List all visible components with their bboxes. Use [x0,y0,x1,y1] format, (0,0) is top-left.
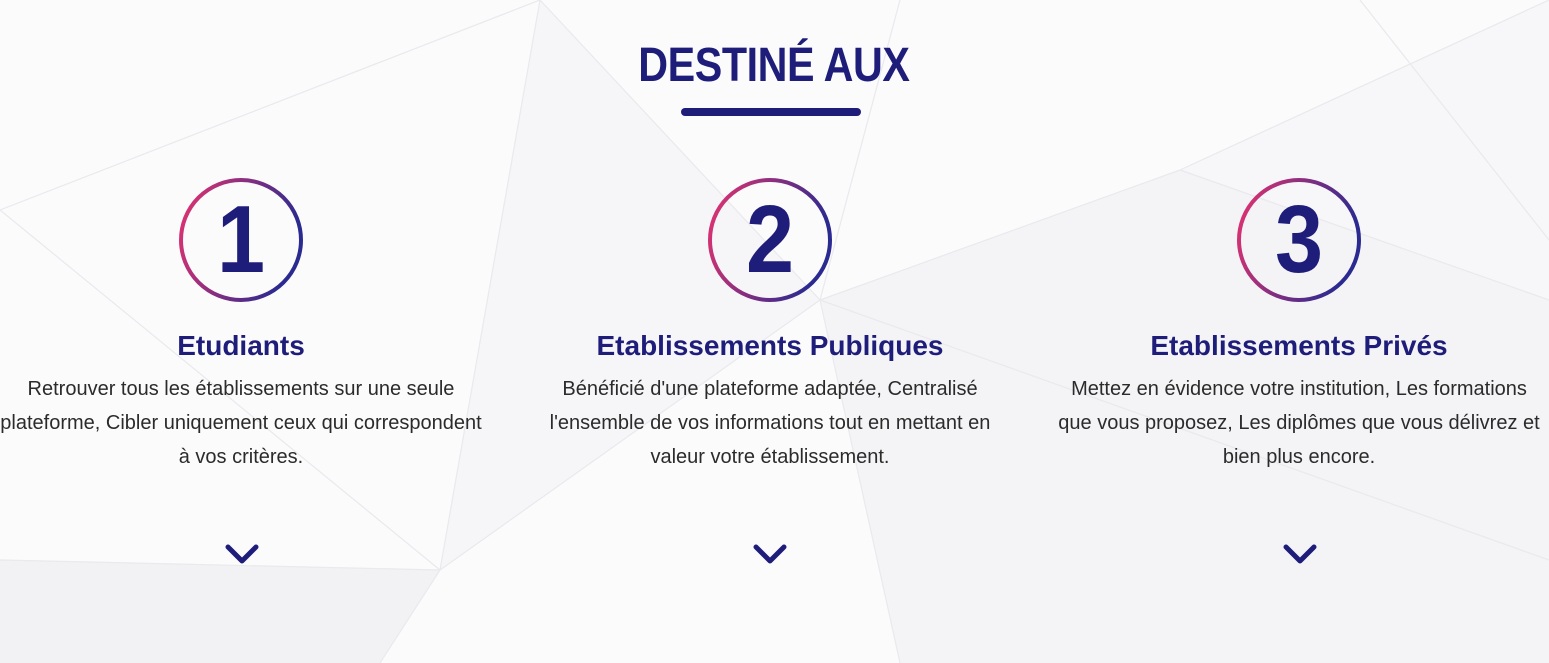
number-label: 1 [216,186,266,293]
number-label: 3 [1274,186,1324,293]
column-heading: Etudiants [177,330,305,361]
column-students: 1 Etudiants Retrouver tous les établisse… [0,176,486,474]
column-private-institutions: 3 Etablissements Privés Mettez en éviden… [1054,176,1544,474]
column-public-institutions: 2 Etablissements Publiques Bénéficié d'u… [525,176,1015,474]
number-badge: 3 [1235,176,1363,304]
title-underline [681,108,861,116]
chevron-down-icon[interactable] [750,539,790,569]
column-description: Bénéficié d'une plateforme adaptée, Cent… [549,378,991,468]
column-description: Mettez en évidence votre institution, Le… [1058,378,1540,468]
number-badge: 2 [706,176,834,304]
column-heading: Etablissements Publiques [596,330,944,361]
section-title: DESTINÉ AUX [638,39,910,92]
number-badge: 1 [177,176,305,304]
destined-for-section: DESTINÉ AUX 1 Etudiants Retrouver tous l… [0,0,1549,663]
chevron-down-icon[interactable] [222,539,262,569]
column-description: Retrouver tous les établissements sur un… [0,378,482,468]
column-heading: Etablissements Privés [1150,330,1448,361]
number-label: 2 [745,186,795,293]
chevron-down-icon[interactable] [1280,539,1320,569]
